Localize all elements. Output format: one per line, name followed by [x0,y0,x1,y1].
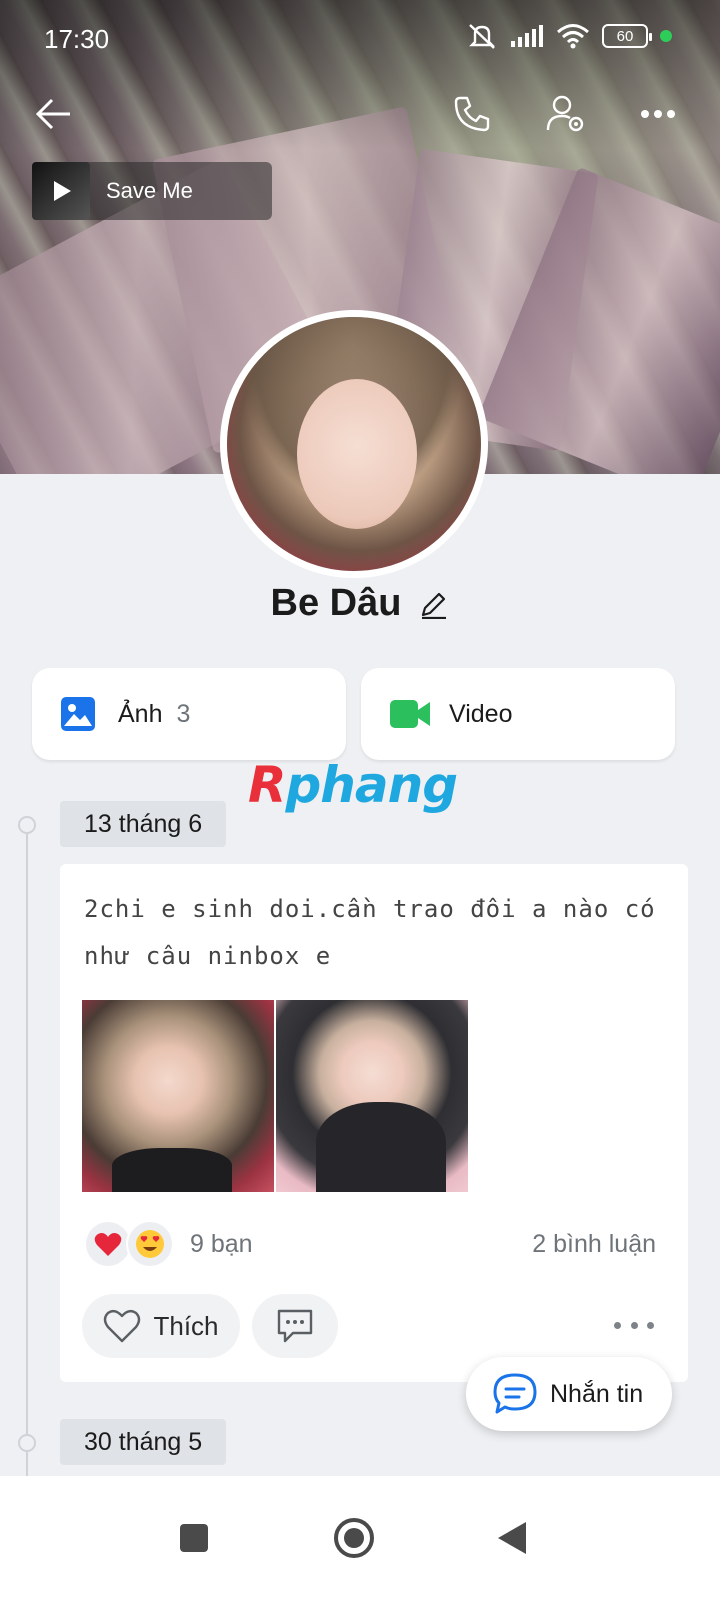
status-icons: 60 [466,22,672,50]
heart-outline-icon [104,1309,141,1343]
post-photo[interactable] [276,1000,468,1192]
call-button[interactable] [446,88,498,140]
profile-name-row: Be Dâu [0,582,720,625]
post-text-line: như câu ninbox e [84,942,332,970]
post-text[interactable]: 2chi e sinh doi.cần trao đôi a nào có nh… [84,886,674,980]
more-options-button[interactable] [632,88,684,140]
post-card: 2chi e sinh doi.cần trao đôi a nào có nh… [60,864,688,1382]
chat-bubble-icon [493,1373,537,1414]
system-navigation-bar [0,1476,720,1600]
send-message-button[interactable]: Nhắn tin [466,1357,672,1431]
phone-icon [454,96,490,132]
photo-icon [61,697,95,731]
reactions-summary[interactable]: 9 bạn [84,1220,253,1268]
status-bar: 17:30 60 [0,0,720,68]
play-icon [54,181,71,201]
date-chip: 13 tháng 6 [60,801,227,847]
timeline-dot [18,816,36,834]
profile-avatar[interactable] [220,310,488,578]
timeline-dot [18,1434,36,1452]
date-chip: 30 tháng 5 [60,1419,227,1465]
photos-count: 3 [176,699,191,728]
photos-card[interactable]: Ảnh 3 [32,668,346,760]
square-icon [180,1524,208,1552]
more-dot [630,1321,638,1329]
video-label: Video [449,699,513,728]
send-message-label: Nhắn tin [550,1379,644,1408]
videos-card[interactable]: Video [361,668,675,760]
like-button[interactable]: Thích [82,1294,240,1358]
reactions-count: 9 bạn [190,1229,253,1258]
post-text-line: 2chi e sinh doi.cần trao đôi a nào có [84,895,656,923]
profile-settings-button[interactable] [540,88,592,140]
more-dot [647,1321,654,1329]
photos-label: Ảnh [118,699,163,728]
wifi-icon [557,24,589,49]
recent-apps-button[interactable] [158,1502,230,1574]
more-dot [614,1321,621,1329]
signal-icon [511,25,543,47]
more-dots-icon [641,110,675,118]
battery-indicator: 60 [602,24,652,48]
post-more-button[interactable] [614,1310,654,1340]
back-button[interactable] [28,88,80,140]
privacy-dot [660,30,672,42]
avatar-face [297,379,417,529]
home-button[interactable] [318,1502,390,1574]
photo-shirt [112,1148,232,1192]
music-title: Save Me [106,178,193,203]
watermark-logo: Rphang [248,756,458,814]
mute-icon [469,24,495,49]
status-time: 17:30 [44,24,110,54]
edit-pencil-icon[interactable] [419,589,449,619]
timeline-line [26,824,28,1484]
back-nav-button[interactable] [476,1502,548,1574]
triangle-back-icon [498,1522,526,1554]
comments-count[interactable]: 2 bình luận [532,1230,656,1259]
heart-reaction-icon [84,1220,132,1268]
comment-bubble-icon [277,1309,313,1343]
like-label: Thích [153,1310,219,1341]
comment-button[interactable] [252,1294,338,1358]
home-circle-icon [334,1518,374,1558]
back-arrow-icon [35,98,70,130]
music-thumbnail [32,162,90,220]
profile-music-chip[interactable]: Save Me [32,162,272,220]
video-camera-icon [390,700,430,728]
user-settings-icon [546,95,584,132]
profile-name: Be Dâu [270,582,402,624]
post-photo[interactable] [82,1000,274,1192]
love-eyes-reaction-icon [126,1220,174,1268]
photo-shirt [316,1102,446,1192]
